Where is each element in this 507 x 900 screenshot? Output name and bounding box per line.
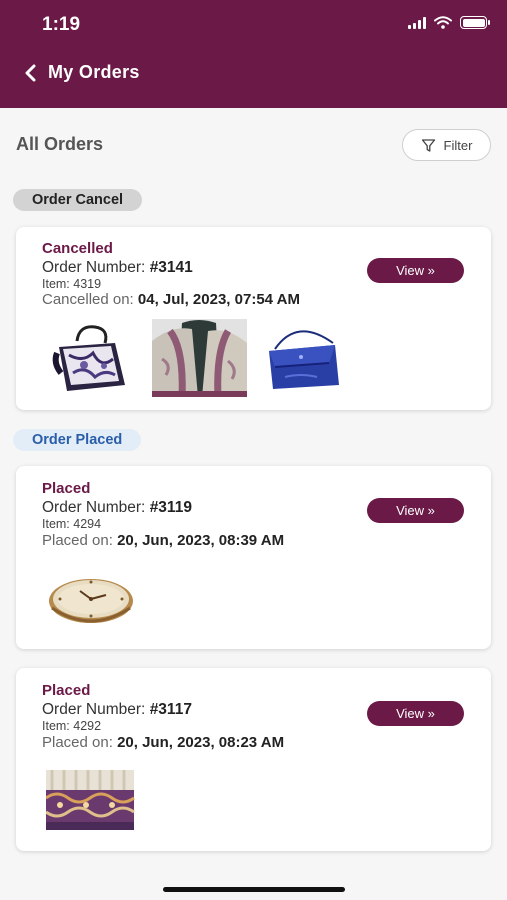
shawl-image[interactable]	[152, 319, 247, 397]
order-card: Placed Order Number: #3119 Item: 4294 Pl…	[16, 466, 491, 649]
order-item: Item: 4292	[42, 719, 102, 733]
order-item: Item: 4294	[42, 517, 102, 531]
page-title: My Orders	[48, 62, 140, 82]
order-number: Order Number: #3119	[42, 499, 192, 516]
order-date: Cancelled on: 04, Jul, 2023, 07:54 AM	[42, 291, 300, 308]
section-label-order-placed: Order Placed	[13, 429, 142, 451]
order-number: Order Number: #3117	[42, 701, 192, 718]
order-date: Placed on: 20, Jun, 2023, 08:39 AM	[42, 532, 285, 549]
order-status: Placed	[42, 480, 91, 497]
order-card: Cancelled Order Number: #3141 Item: 4319…	[16, 227, 491, 410]
section-label-order-cancel: Order Cancel	[13, 189, 143, 211]
order-status: Cancelled	[42, 240, 113, 257]
order-number: Order Number: #3141	[42, 259, 193, 276]
fabric-image[interactable]	[46, 762, 141, 840]
status-icons	[408, 16, 490, 29]
view-order-button[interactable]: View »	[367, 498, 464, 523]
home-indicator	[163, 887, 345, 892]
view-order-button[interactable]: View »	[367, 258, 464, 283]
bag-image[interactable]	[49, 319, 144, 397]
blue-purse-image[interactable]	[255, 319, 350, 397]
wifi-icon	[434, 16, 452, 29]
signal-icon	[408, 16, 426, 29]
all-orders-heading: All Orders	[16, 134, 104, 154]
view-order-button[interactable]: View »	[367, 701, 464, 726]
filter-icon	[421, 138, 435, 152]
order-item: Item: 4319	[42, 277, 102, 291]
order-card: Placed Order Number: #3117 Item: 4292 Pl…	[16, 668, 491, 851]
order-status: Placed	[42, 682, 91, 699]
order-date: Placed on: 20, Jun, 2023, 08:23 AM	[42, 734, 285, 751]
chevron-left-icon	[25, 64, 36, 81]
filter-label: Filter	[443, 137, 473, 153]
wall-clock-image[interactable]	[46, 560, 141, 638]
filter-button[interactable]: Filter	[402, 129, 491, 161]
battery-icon	[460, 16, 490, 29]
status-time: 1:19	[42, 14, 81, 35]
back-button[interactable]: My Orders	[24, 62, 140, 83]
app-header: 1:19 My Orders	[0, 0, 507, 108]
